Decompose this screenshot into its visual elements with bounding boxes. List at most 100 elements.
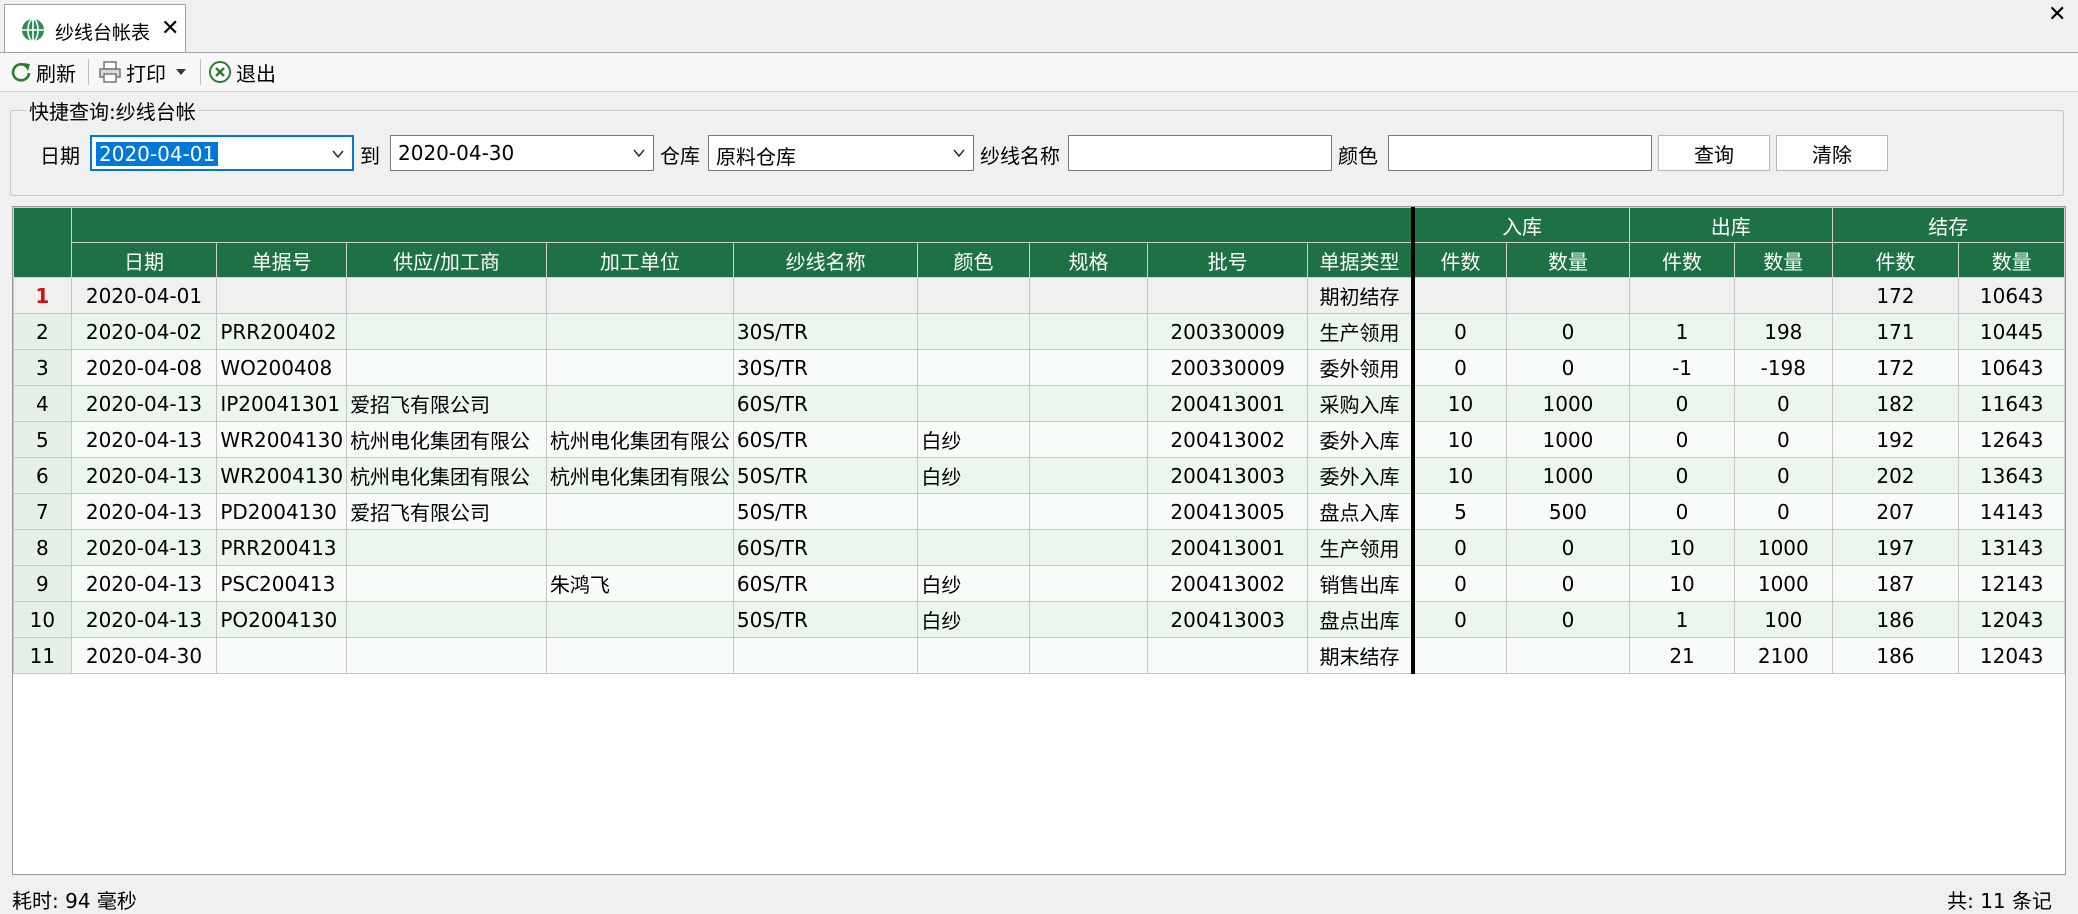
tab-yarn-ledger[interactable]: 纱线台帐表 ✕ [4, 4, 186, 52]
row-number[interactable]: 6 [13, 457, 72, 494]
doc-type-cell[interactable]: 期末结存 [1306, 637, 1414, 674]
out-qty-cell[interactable] [1734, 277, 1833, 314]
batch-cell[interactable]: 200413003 [1147, 457, 1308, 494]
date-cell[interactable]: 2020-04-13 [70, 565, 218, 602]
processor-cell[interactable] [545, 637, 734, 674]
table-row[interactable]: 9 2020-04-13 PSC200413 朱鸿飞 60S/TR 白纱 200413002… [13, 565, 2065, 602]
color-cell[interactable] [917, 529, 1030, 566]
processor-cell[interactable] [545, 349, 734, 386]
doc-no-cell[interactable]: WR2004130 [216, 457, 348, 494]
date-cell[interactable]: 2020-04-13 [70, 421, 218, 458]
row-number[interactable]: 4 [13, 385, 72, 422]
out-pieces-cell[interactable]: 1 [1628, 313, 1736, 350]
supplier-cell[interactable] [346, 637, 547, 674]
color-cell[interactable] [917, 637, 1030, 674]
date-cell[interactable]: 2020-04-13 [70, 385, 218, 422]
processor-cell[interactable]: 杭州电化集团有限公 [545, 457, 734, 494]
spec-cell[interactable] [1028, 349, 1149, 386]
balance-pieces-cell[interactable]: 192 [1831, 421, 1960, 458]
yarn-name-cell[interactable]: 50S/TR [732, 493, 919, 530]
batch-cell[interactable]: 200413005 [1147, 493, 1308, 530]
spec-cell[interactable] [1028, 601, 1149, 638]
color-cell[interactable] [917, 313, 1030, 350]
out-qty-cell[interactable]: 2100 [1734, 637, 1833, 674]
batch-cell[interactable]: 200330009 [1147, 349, 1308, 386]
color-input[interactable] [1388, 135, 1652, 171]
row-number[interactable]: 8 [13, 529, 72, 566]
in-pieces-cell[interactable]: 0 [1411, 601, 1507, 638]
doc-no-cell[interactable] [216, 637, 348, 674]
in-qty-cell[interactable]: 1000 [1505, 457, 1631, 494]
processor-cell[interactable]: 杭州电化集团有限公 [545, 421, 734, 458]
table-row[interactable]: 11 2020-04-30 期末结存 21 2100 186 12043 [13, 637, 2065, 674]
yarn-name-cell[interactable]: 30S/TR [732, 349, 919, 386]
doc-type-cell[interactable]: 生产领用 [1306, 529, 1414, 566]
batch-cell[interactable]: 200413002 [1147, 565, 1308, 602]
supplier-cell[interactable]: 杭州电化集团有限公 [346, 421, 547, 458]
balance-pieces-cell[interactable]: 207 [1831, 493, 1960, 530]
chevron-down-icon[interactable] [174, 67, 188, 77]
column-header-yarn-name[interactable]: 纱线名称 [732, 242, 919, 278]
out-pieces-cell[interactable]: 21 [1628, 637, 1736, 674]
column-header-supplier[interactable]: 供应/加工商 [346, 242, 547, 278]
out-pieces-cell[interactable]: 0 [1628, 421, 1736, 458]
doc-no-cell[interactable]: WR2004130 [216, 421, 348, 458]
supplier-cell[interactable]: 爱招飞有限公司 [346, 493, 547, 530]
out-pieces-cell[interactable] [1628, 277, 1736, 314]
in-qty-cell[interactable]: 0 [1505, 601, 1631, 638]
date-from-combo[interactable]: 2020-04-01 [90, 135, 354, 171]
processor-cell[interactable]: 朱鸿飞 [545, 565, 734, 602]
spec-cell[interactable] [1028, 637, 1149, 674]
spec-cell[interactable] [1028, 277, 1149, 314]
table-row[interactable]: 7 2020-04-13 PD2004130 爱招飞有限公司 50S/TR 2004130… [13, 493, 2065, 530]
in-qty-cell[interactable] [1505, 277, 1631, 314]
in-qty-cell[interactable]: 0 [1505, 529, 1631, 566]
date-cell[interactable]: 2020-04-13 [70, 457, 218, 494]
in-pieces-cell[interactable]: 10 [1411, 385, 1507, 422]
color-cell[interactable] [917, 277, 1030, 314]
out-qty-cell[interactable]: -198 [1734, 349, 1833, 386]
out-qty-cell[interactable]: 100 [1734, 601, 1833, 638]
balance-qty-cell[interactable]: 12043 [1958, 637, 2065, 674]
yarn-name-input[interactable] [1068, 135, 1332, 171]
color-cell[interactable]: 白纱 [917, 421, 1030, 458]
out-qty-cell[interactable]: 198 [1734, 313, 1833, 350]
balance-pieces-cell[interactable]: 202 [1831, 457, 1960, 494]
in-qty-cell[interactable]: 0 [1505, 313, 1631, 350]
table-row[interactable]: 1 2020-04-01 期初结存 172 10643 [13, 277, 2065, 314]
print-button[interactable]: 打印 [98, 57, 188, 87]
balance-qty-cell[interactable]: 10445 [1958, 313, 2065, 350]
doc-type-cell[interactable]: 委外入库 [1306, 421, 1414, 458]
out-pieces-cell[interactable]: 0 [1628, 493, 1736, 530]
balance-qty-cell[interactable]: 14143 [1958, 493, 2065, 530]
out-pieces-cell[interactable]: -1 [1628, 349, 1736, 386]
supplier-cell[interactable]: 爱招飞有限公司 [346, 385, 547, 422]
processor-cell[interactable] [545, 313, 734, 350]
out-pieces-cell[interactable]: 0 [1628, 385, 1736, 422]
in-qty-cell[interactable] [1505, 637, 1631, 674]
batch-cell[interactable]: 200413001 [1147, 529, 1308, 566]
column-header-out-qty[interactable]: 数量 [1734, 242, 1833, 278]
doc-type-cell[interactable]: 盘点入库 [1306, 493, 1414, 530]
balance-qty-cell[interactable]: 13643 [1958, 457, 2065, 494]
yarn-name-cell[interactable] [732, 637, 919, 674]
out-qty-cell[interactable]: 0 [1734, 421, 1833, 458]
balance-qty-cell[interactable]: 10643 [1958, 277, 2065, 314]
date-cell[interactable]: 2020-04-08 [70, 349, 218, 386]
spec-cell[interactable] [1028, 421, 1149, 458]
balance-pieces-cell[interactable]: 171 [1831, 313, 1960, 350]
balance-pieces-cell[interactable]: 187 [1831, 565, 1960, 602]
color-cell[interactable]: 白纱 [917, 565, 1030, 602]
yarn-name-cell[interactable]: 50S/TR [732, 601, 919, 638]
date-cell[interactable]: 2020-04-02 [70, 313, 218, 350]
column-header-date[interactable]: 日期 [70, 242, 218, 278]
processor-cell[interactable] [545, 493, 734, 530]
doc-no-cell[interactable]: PO2004130 [216, 601, 348, 638]
window-close-icon[interactable]: ✕ [2048, 2, 2066, 27]
doc-no-cell[interactable]: PSC200413 [216, 565, 348, 602]
balance-qty-cell[interactable]: 12643 [1958, 421, 2065, 458]
spec-cell[interactable] [1028, 385, 1149, 422]
doc-no-cell[interactable]: IP20041301 [216, 385, 348, 422]
batch-cell[interactable]: 200413002 [1147, 421, 1308, 458]
in-pieces-cell[interactable]: 0 [1411, 313, 1507, 350]
